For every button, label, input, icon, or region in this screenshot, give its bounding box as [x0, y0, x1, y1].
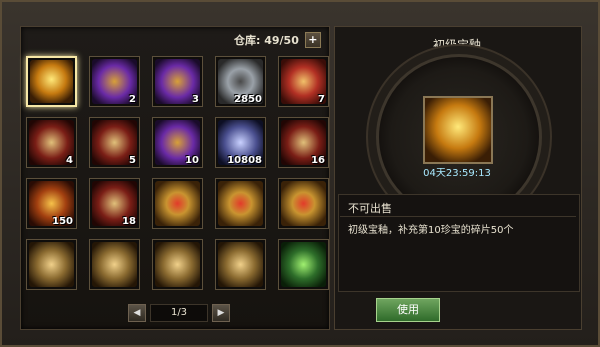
- item-count: 16: [311, 155, 325, 166]
- next-page-button[interactable]: ▶: [212, 304, 230, 322]
- inventory-slot[interactable]: 10: [152, 117, 203, 168]
- inventory-slot[interactable]: 5: [89, 117, 140, 168]
- featured-item-icon: [423, 96, 493, 164]
- inventory-slot[interactable]: 150: [26, 178, 77, 229]
- gold-armor-1-icon: [155, 181, 200, 226]
- green-gem-armor-icon: [281, 242, 326, 287]
- item-timer: 04天23:59:13: [423, 168, 491, 179]
- item-count: 2850: [234, 94, 262, 105]
- inventory-slot[interactable]: [278, 178, 329, 229]
- warehouse-count: 仓库: 49/50: [234, 34, 299, 47]
- use-button[interactable]: 使用: [376, 298, 440, 322]
- inventory-slot[interactable]: [278, 239, 329, 290]
- no-sell-label: 不可出售: [348, 202, 392, 215]
- inventory-slot[interactable]: [215, 178, 266, 229]
- gold-armor-3-icon: [92, 242, 137, 287]
- expand-warehouse-button[interactable]: +: [304, 32, 321, 48]
- golden-treasure-box-icon: [30, 60, 73, 103]
- item-count: 150: [52, 216, 73, 227]
- warehouse-header: 仓库: 49/50 +: [234, 32, 321, 48]
- item-description: 初级宝釉，补充第10珍宝的碎片50个: [348, 225, 514, 236]
- prev-page-button[interactable]: ◀: [128, 304, 146, 322]
- inventory-slot[interactable]: [215, 239, 266, 290]
- pagination: ◀ 1/3 ▶: [128, 304, 230, 322]
- inventory-slot[interactable]: [152, 239, 203, 290]
- item-count: 18: [122, 216, 136, 227]
- page-indicator: 1/3: [150, 304, 208, 322]
- gold-armor-4-icon: [155, 242, 200, 287]
- inventory-slot[interactable]: [26, 56, 77, 107]
- inventory-slot[interactable]: 10808: [215, 117, 266, 168]
- inventory-slot[interactable]: 2850: [215, 56, 266, 107]
- gold-armor-2-icon: [218, 181, 263, 226]
- item-count: 10: [185, 155, 199, 166]
- inventory-slot[interactable]: [89, 239, 140, 290]
- item-count: 4: [66, 155, 73, 166]
- inventory-slot[interactable]: [152, 178, 203, 229]
- green-armor-icon: [29, 242, 74, 287]
- divider: [340, 216, 576, 217]
- inventory-slot[interactable]: 7: [278, 56, 329, 107]
- item-count: 5: [129, 155, 136, 166]
- item-count: 10808: [227, 155, 262, 166]
- inventory-slot[interactable]: 18: [89, 178, 140, 229]
- item-title: 初级宝釉: [432, 38, 481, 52]
- item-grid: 2 3 2850 7 4 5 10 10808 16 150 18: [26, 56, 329, 290]
- gold-medallion-icon: [281, 181, 326, 226]
- inventory-slot[interactable]: 16: [278, 117, 329, 168]
- inventory-slot[interactable]: [26, 239, 77, 290]
- item-count: 7: [318, 94, 325, 105]
- inventory-slot[interactable]: 3: [152, 56, 203, 107]
- inventory-slot[interactable]: 4: [26, 117, 77, 168]
- item-count: 2: [129, 94, 136, 105]
- item-count: 3: [192, 94, 199, 105]
- gold-armor-5-icon: [218, 242, 263, 287]
- inventory-slot[interactable]: 2: [89, 56, 140, 107]
